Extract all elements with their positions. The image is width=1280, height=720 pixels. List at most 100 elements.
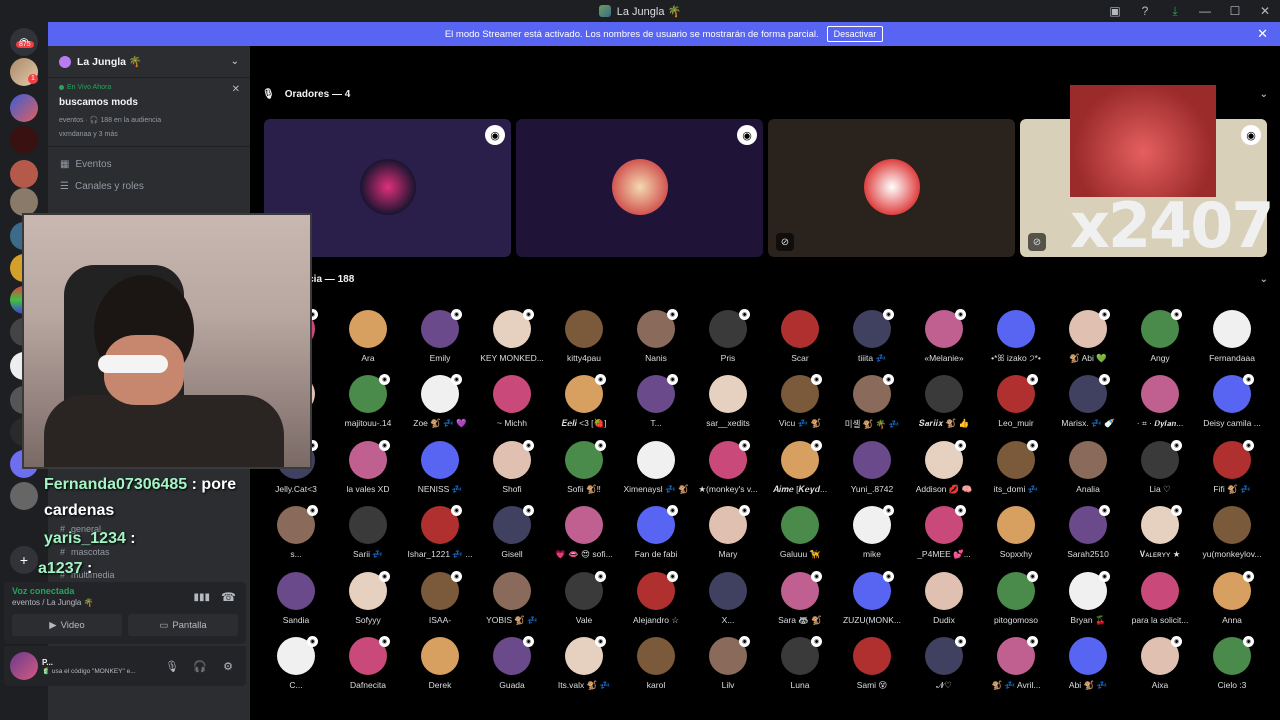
audience-member[interactable]: ◉ s... <box>256 505 336 566</box>
audience-member[interactable]: ◉ ZUZU(MONK... <box>832 571 912 632</box>
deactivate-button[interactable]: Desactivar <box>826 26 884 42</box>
audience-member[interactable]: ◉ its_domi 💤 <box>976 440 1056 501</box>
audience-member[interactable]: 𝑺𝒂𝒓𝒊𝒊𝒙 🐒 👍 <box>904 375 984 435</box>
audience-member[interactable]: ◉ ISAA- <box>400 571 480 632</box>
audience-member[interactable]: ◉ 미셸 🐒 🌴 💤 <box>832 374 912 435</box>
headphones-icon[interactable]: 🎧 <box>188 660 212 673</box>
audience-member[interactable]: yu(monkeylov... <box>1192 506 1272 566</box>
server-icon[interactable] <box>10 482 38 510</box>
server-icon[interactable] <box>10 188 38 216</box>
speaker-tile[interactable]: ◉ <box>516 119 763 257</box>
chevron-down-icon[interactable]: ⌄ <box>1260 89 1268 100</box>
speaker-tile[interactable]: x2407 ◉ ⊘ <box>1020 85 1275 262</box>
server-icon[interactable] <box>10 126 38 154</box>
audience-member[interactable]: ◉ 𝓝♡ <box>904 636 984 697</box>
audience-member[interactable]: ~ Michh <box>472 375 552 435</box>
server-icon[interactable] <box>10 94 38 122</box>
audience-member[interactable]: ◉ Sara 🦝 🐒 <box>760 571 840 632</box>
maximize-icon[interactable]: ☐ <box>1220 0 1250 22</box>
audience-member[interactable]: Ara <box>328 310 408 370</box>
audience-member[interactable]: ◉ Luna <box>760 636 840 697</box>
nav-channels-roles[interactable]: ☰ Canales y roles <box>48 175 250 197</box>
audience-member[interactable]: Derek <box>400 637 480 697</box>
audience-member[interactable]: ◉ Cielo :3 <box>1192 636 1272 697</box>
audience-member[interactable]: ◉ Sofyyy <box>328 571 408 632</box>
audience-member[interactable]: ◉ KEY MONKED... <box>472 309 552 370</box>
audience-member[interactable]: ◉ mike <box>832 505 912 566</box>
live-stage-card[interactable]: En Vivo Ahora buscamos mods eventos · 🎧 … <box>48 78 250 147</box>
chevron-down-icon[interactable]: ⌄ <box>1260 274 1268 285</box>
audience-member[interactable]: ◉ Deisy camila ... <box>1192 374 1272 435</box>
audience-member[interactable]: ◉ Aixa <box>1120 636 1200 697</box>
audience-member[interactable]: ◉ Vicu 💤 🐒 <box>760 374 840 435</box>
audience-member[interactable]: ◉ Pris <box>688 309 768 370</box>
audience-member[interactable]: ◉ Sofii 🐒‼ <box>544 440 624 501</box>
audience-member[interactable]: ◉ _P4MEE 💕... <box>904 505 984 566</box>
audience-member[interactable]: •*ꕤ izako ੭*• <box>976 310 1056 370</box>
audience-member[interactable]: ◉ T... <box>616 374 696 435</box>
download-icon[interactable]: ⤓ <box>1160 0 1190 22</box>
audience-member[interactable]: Yuni_.8742 <box>832 441 912 501</box>
audience-member[interactable]: ◉ 𝑬𝒆𝒍𝒊 <3 [🍓] <box>544 374 624 435</box>
add-server-icon[interactable]: + <box>10 546 38 574</box>
audience-member[interactable]: ◉ 🐒 💤 Avril... <box>976 636 1056 697</box>
audience-member[interactable]: ◉ C... <box>256 636 336 697</box>
audience-member[interactable]: ◉ Dafnecita <box>328 636 408 697</box>
audience-member[interactable]: Abi 🐒 💤 <box>1048 637 1128 697</box>
audience-member[interactable]: Ximenaysl 💤 🐒 <box>616 441 696 501</box>
audience-member[interactable]: Sandia <box>256 572 336 632</box>
disconnect-icon[interactable]: ☎ <box>221 590 236 604</box>
audience-member[interactable]: YOBIS 🐒 💤 <box>472 572 552 632</box>
audience-member[interactable]: ◉ Gisell <box>472 505 552 566</box>
audience-member[interactable]: ◉ ★(monkey's v... <box>688 440 768 501</box>
audience-member[interactable]: Galuuu 🦮 <box>760 506 840 566</box>
audience-member[interactable]: ◉ Anna <box>1192 571 1272 632</box>
audience-member[interactable]: ◉ Shofi <box>472 440 552 501</box>
avatar[interactable] <box>10 652 38 680</box>
audience-member[interactable]: ◉ Marisx. 💤 🍼 <box>1048 374 1128 435</box>
audience-member[interactable]: ◉ Guada <box>472 636 552 697</box>
audience-member[interactable]: ◉ la vales XD <box>328 440 408 501</box>
channel-mascotas[interactable]: # mascotas <box>60 547 110 557</box>
screen-share-button[interactable]: ▭ Pantalla <box>128 614 238 636</box>
close-icon[interactable]: ✕ <box>1257 26 1268 42</box>
audience-member[interactable]: Analia <box>1048 441 1128 501</box>
audience-member[interactable]: ◉ majitouu-.14 <box>328 374 408 435</box>
video-button[interactable]: ▶ Video <box>12 614 122 636</box>
audience-member[interactable]: kitty4pau <box>544 310 624 370</box>
audience-member[interactable]: ◉ Lia ♡ <box>1120 440 1200 501</box>
audience-member[interactable]: · ⌗ · 𝘿𝙮𝙡𝙖𝙣... <box>1120 375 1200 435</box>
audience-member[interactable]: NENISS 💤 <box>400 441 480 501</box>
audience-member[interactable]: ◉ 𝐕ᴀʟᴇʀʏʏ ★ <box>1120 505 1200 566</box>
close-icon[interactable]: ✕ <box>232 84 240 95</box>
audience-member[interactable]: ◉ Emily <box>400 309 480 370</box>
audience-member[interactable]: karol <box>616 637 696 697</box>
audience-member[interactable]: Fernandaaa <box>1192 310 1272 370</box>
audience-member[interactable]: Dudix <box>904 572 984 632</box>
audience-member[interactable]: X... <box>688 572 768 632</box>
audience-member[interactable]: ◉ pitogomoso <box>976 571 1056 632</box>
audience-member[interactable]: ◉ Its.valx 🐒 💤 <box>544 636 624 697</box>
audience-member[interactable]: ◉ Angy <box>1120 309 1200 370</box>
server-header[interactable]: La Jungla 🌴 ⌄ <box>48 46 250 78</box>
audience-member[interactable]: ◉ Sarah2510 <box>1048 505 1128 566</box>
audience-member[interactable]: ◉ «Melanie» <box>904 309 984 370</box>
audience-member[interactable]: ◉ tiiita 💤 <box>832 309 912 370</box>
minimize-icon[interactable]: — <box>1190 0 1220 22</box>
audience-member[interactable]: ◉ Alejandro ☆ <box>616 571 696 632</box>
audience-member[interactable]: ◉ Fifi 🐒 💤 <box>1192 440 1272 501</box>
audience-member[interactable]: para la solicit... <box>1120 572 1200 632</box>
audience-header[interactable]: ncia — 188 ⌄ <box>250 267 1280 291</box>
server-icon[interactable] <box>10 160 38 188</box>
audience-member[interactable]: Scar <box>760 310 840 370</box>
audience-member[interactable]: ◉ Lilv <box>688 636 768 697</box>
inbox-icon[interactable]: ▣ <box>1100 0 1130 22</box>
audience-member[interactable]: sar__xedits <box>688 375 768 435</box>
audience-member[interactable]: ◉ Addison 💋 🧠 <box>904 440 984 501</box>
noise-icon[interactable]: ▮▮▮ <box>193 592 210 603</box>
audience-member[interactable]: ◉ Vale <box>544 571 624 632</box>
gear-icon[interactable]: ⚙ <box>216 660 240 673</box>
user-info[interactable]: P... 🧃 usa el código "MONKEY" e... <box>42 658 156 675</box>
audience-member[interactable]: ◉ Mary <box>688 505 768 566</box>
audience-member[interactable]: ◉ Nanis <box>616 309 696 370</box>
